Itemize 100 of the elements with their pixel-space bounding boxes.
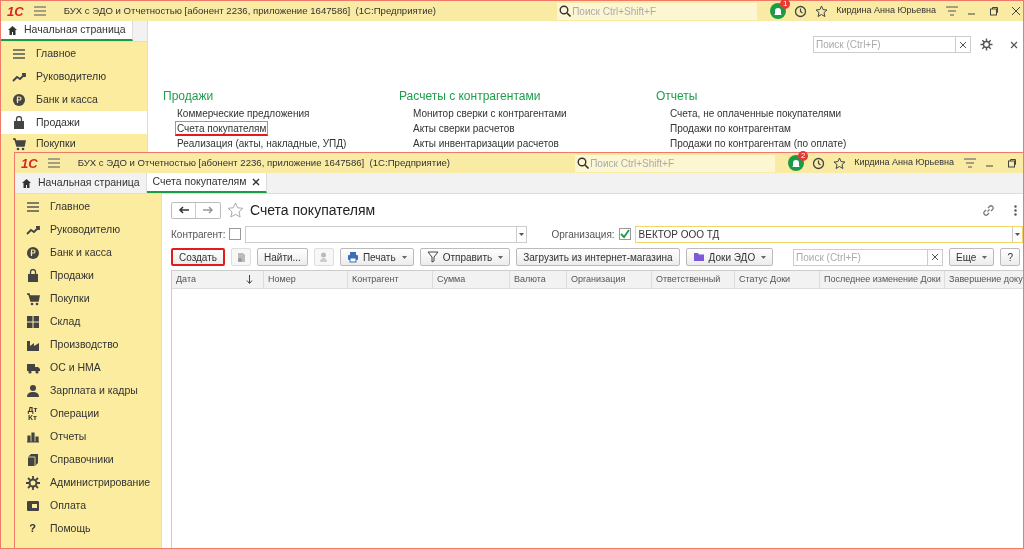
restore-icon[interactable]: [989, 6, 999, 16]
link[interactable]: Счета, не оплаченные покупателями: [668, 106, 844, 121]
document-icon: [236, 251, 246, 263]
column-header[interactable]: Дата: [172, 271, 264, 288]
notification-badge: 1: [780, 0, 791, 9]
bar-chart-icon: [25, 429, 40, 444]
grid-icon: [25, 314, 40, 329]
toolbar-button[interactable]: Загрузить из интернет-магазина: [516, 248, 680, 266]
star-icon[interactable]: [833, 156, 847, 170]
debit-credit-icon: Дт Кт: [25, 405, 40, 422]
link-icon[interactable]: [983, 204, 994, 216]
coin-icon: [11, 92, 26, 107]
clear-icon: [960, 41, 966, 48]
search-field[interactable]: Поиск (Ctrl+F): [793, 248, 929, 266]
search-icon: [577, 157, 590, 169]
dropdown-icon: [1015, 232, 1020, 236]
dropdown-field[interactable]: ВЕКТОР ООО ТД: [634, 225, 1023, 243]
close-icon[interactable]: [1011, 6, 1021, 16]
sidebar-item[interactable]: Продажи: [1, 111, 147, 134]
link[interactable]: Коммерческие предложения: [175, 106, 312, 121]
caret-icon: [982, 255, 988, 259]
more-button[interactable]: Еще: [949, 248, 995, 266]
link[interactable]: Реализация (акты, накладные, УПД): [175, 136, 349, 151]
link[interactable]: Акты сверки расчетов: [411, 121, 517, 136]
link[interactable]: Продажи по контрагентам: [668, 121, 793, 136]
menu-button[interactable]: Печать: [339, 248, 414, 266]
search-field[interactable]: Поиск Ctrl+Shift+F: [575, 154, 776, 172]
column-header[interactable]: Сумма: [433, 271, 510, 288]
clear-button[interactable]: [928, 248, 944, 266]
printer-icon: [346, 251, 359, 263]
sort-arrow-icon: [246, 275, 253, 284]
page-title: Счета покупателям: [250, 200, 376, 220]
more-icon[interactable]: [1014, 204, 1017, 216]
tab[interactable]: Счета покупателям: [146, 173, 268, 193]
field-label: Контрагент:: [171, 227, 226, 242]
settings-icon[interactable]: [980, 38, 993, 51]
dropdown-field[interactable]: [245, 225, 528, 243]
star-icon[interactable]: [227, 201, 244, 219]
bell-icon: [791, 158, 802, 168]
menu-icon: [25, 199, 40, 214]
user-name[interactable]: Кирдина Анна Юрьевна: [836, 4, 936, 18]
search-icon: [559, 5, 572, 17]
logo: 1С: [21, 156, 38, 170]
search-field[interactable]: Поиск (Ctrl+F): [813, 36, 956, 53]
dropdown-icon: [519, 232, 525, 236]
column-header[interactable]: Организация: [567, 271, 652, 288]
caret-icon: [761, 255, 767, 259]
column-header[interactable]: Последнее изменение Доки: [820, 271, 945, 288]
window-title: БУХ с ЭДО и Отчетностью [абонент 2236, приложение 1647586] (1С:Предприятие): [77, 155, 451, 170]
column-header[interactable]: Завершение доку: [945, 271, 1023, 288]
column-header[interactable]: Номер: [264, 271, 348, 288]
menu-icon: [11, 46, 26, 61]
link[interactable]: Акты инвентаризации расчетов: [411, 136, 561, 151]
toolbar-button[interactable]: Найти...: [257, 248, 308, 266]
notification-button[interactable]: 1: [770, 3, 787, 19]
tab[interactable]: Начальная страница: [1, 21, 133, 41]
check-icon: [619, 229, 630, 239]
cart-icon: [25, 291, 40, 306]
column-header[interactable]: Контрагент: [348, 271, 433, 288]
column-header[interactable]: Ответственный: [652, 271, 735, 288]
toolbar-button[interactable]: Создать: [171, 248, 225, 266]
help-button[interactable]: ?: [1000, 248, 1020, 266]
link[interactable]: Монитор сверки с контрагентами: [411, 106, 569, 121]
checkbox[interactable]: [229, 228, 242, 240]
column-header[interactable]: Статус Доки: [735, 271, 820, 288]
clear-button[interactable]: [956, 36, 971, 53]
history-icon[interactable]: [812, 156, 826, 170]
window-title: БУХ с ЭДО и Отчетностью [абонент 2236, приложение 1647586] (1С:Предприятие): [63, 3, 437, 18]
person-icon: [25, 383, 40, 398]
column-header[interactable]: Валюта: [510, 271, 567, 288]
home-icon: [7, 24, 18, 36]
logo: 1С: [7, 4, 24, 18]
history-icon[interactable]: [794, 4, 808, 18]
person-icon: [319, 251, 329, 263]
arrow-left-icon: [178, 206, 189, 214]
gear-icon: [25, 475, 40, 490]
bell-icon: [773, 6, 784, 16]
arrow-right-icon: [202, 206, 214, 214]
section-heading: Отчеты: [656, 88, 699, 104]
notification-badge: 2: [798, 151, 809, 161]
menu-button[interactable]: Доки ЭДО: [685, 248, 774, 266]
search-field[interactable]: Поиск Ctrl+Shift+F: [557, 2, 758, 20]
user-name[interactable]: Кирдина Анна Юрьевна: [854, 156, 954, 170]
caret-icon: [498, 255, 504, 259]
clear-icon: [932, 254, 939, 260]
restore-icon[interactable]: [1007, 158, 1017, 168]
field-label: Организация:: [551, 227, 615, 242]
funnel-icon: [426, 251, 439, 263]
close-icon[interactable]: [1010, 40, 1018, 49]
cart-icon: [11, 136, 26, 151]
link[interactable]: Продажи по контрагентам (по оплате): [668, 136, 849, 151]
section-heading: Продажи: [163, 88, 215, 104]
folder-icon: [692, 251, 705, 263]
close-icon[interactable]: [252, 178, 261, 186]
checkbox[interactable]: [618, 228, 631, 240]
menu-button[interactable]: Отправить: [419, 248, 511, 266]
star-icon[interactable]: [815, 4, 829, 18]
question-mark-icon: ?: [25, 523, 40, 534]
section-heading: Расчеты с контрагентами: [399, 88, 542, 104]
link[interactable]: Счета покупателям: [175, 121, 269, 136]
